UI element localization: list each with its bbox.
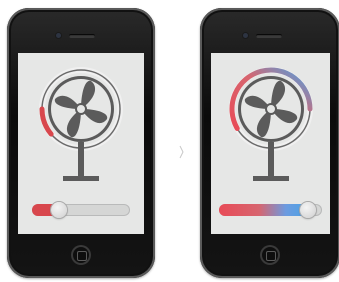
home-button[interactable] bbox=[260, 245, 280, 265]
phone-left bbox=[7, 8, 155, 278]
slider-knob[interactable] bbox=[299, 202, 316, 218]
stage bbox=[0, 0, 339, 282]
phone-top-bar bbox=[200, 8, 339, 53]
fan-stand bbox=[267, 142, 274, 176]
fan-hub bbox=[75, 103, 87, 115]
screen bbox=[18, 53, 144, 234]
slider-fill bbox=[219, 204, 308, 216]
home-button[interactable] bbox=[71, 245, 91, 265]
slider-knob[interactable] bbox=[51, 202, 68, 218]
fan-stand bbox=[78, 142, 84, 176]
phone-right bbox=[200, 8, 339, 278]
divider-mark bbox=[179, 145, 184, 159]
speed-slider[interactable] bbox=[219, 202, 322, 218]
fan-base bbox=[252, 176, 289, 181]
fan-icon bbox=[39, 67, 123, 181]
fan-base bbox=[63, 176, 99, 181]
phone-top-bar bbox=[7, 8, 155, 53]
fan-hub bbox=[264, 103, 277, 115]
speed-slider[interactable] bbox=[32, 202, 130, 218]
fan-icon bbox=[228, 67, 313, 181]
speaker-grille bbox=[69, 34, 95, 38]
camera-icon bbox=[243, 33, 248, 38]
screen bbox=[211, 53, 330, 234]
speaker-grille bbox=[256, 34, 282, 38]
camera-icon bbox=[56, 33, 61, 38]
